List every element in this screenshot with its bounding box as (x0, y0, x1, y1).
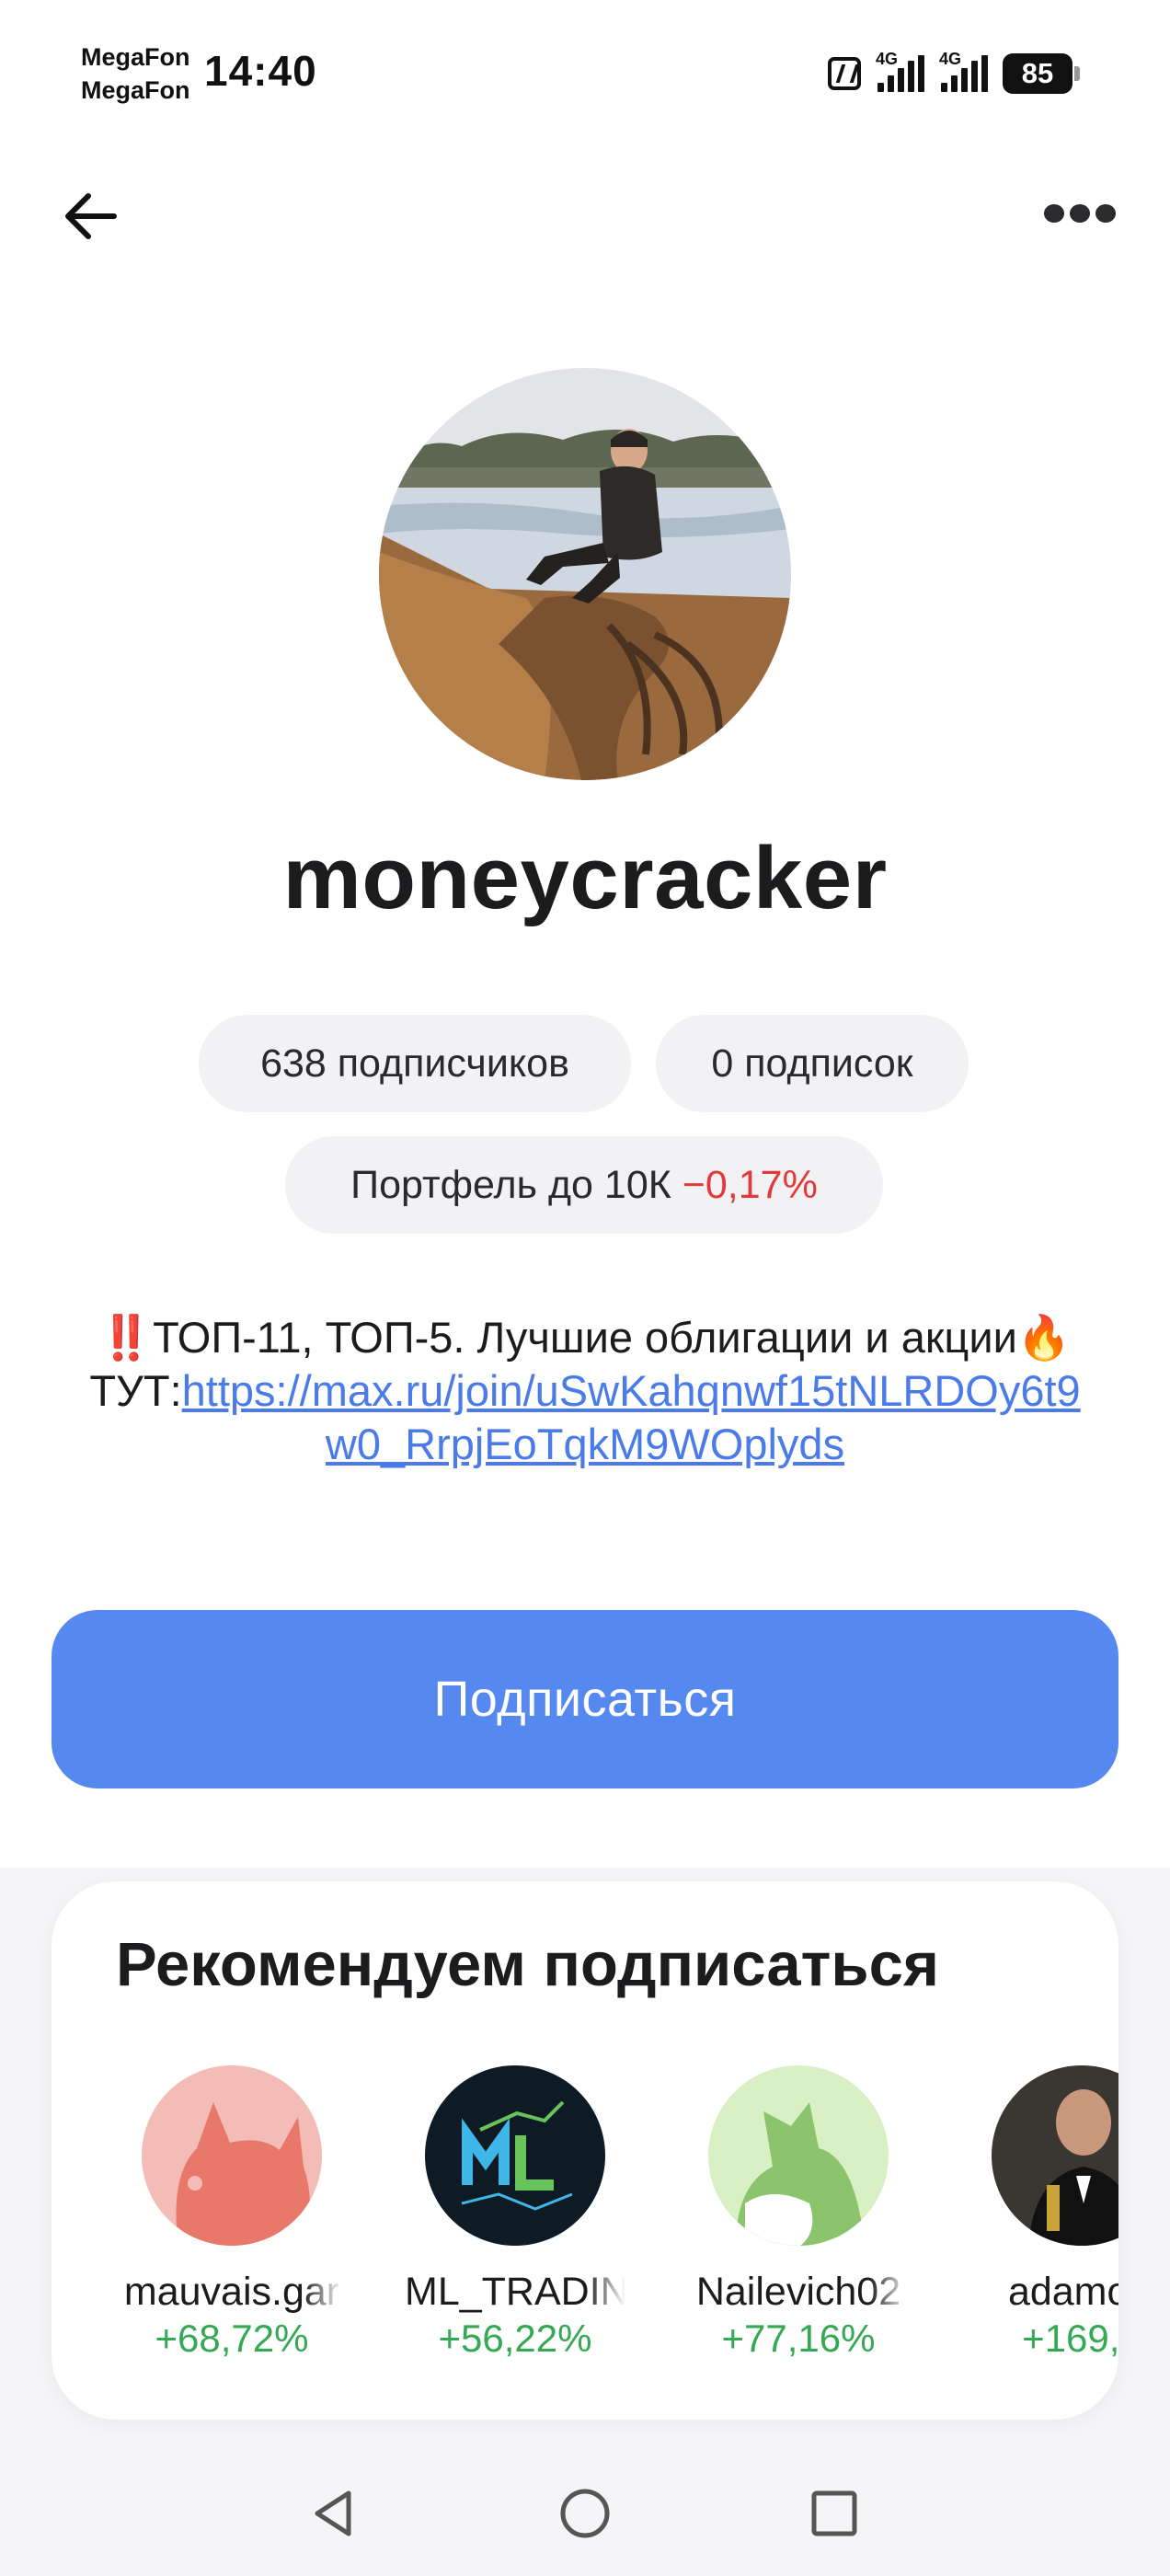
nav-back-button[interactable] (292, 2472, 375, 2555)
portfolio-label: Портфель до 10К (350, 1162, 671, 1207)
portfolio-chip[interactable]: Портфель до 10К −0,17% (285, 1136, 883, 1234)
followers-chip[interactable]: 638 подписчиков (199, 1015, 631, 1112)
recommendation-item[interactable]: Nailevich02 +77,16% (696, 2065, 900, 2361)
network-type-label: 4G (876, 50, 899, 68)
recommendations-title: Рекомендуем подписаться (116, 1930, 939, 1999)
battery-level: 85 (1003, 53, 1072, 94)
carrier-2: MegaFon (81, 76, 190, 104)
nav-back-icon (315, 2490, 351, 2536)
carrier-names: MegaFon MegaFon (81, 40, 190, 107)
nav-home-icon (560, 2489, 610, 2538)
recommendation-gain: +56,22% (438, 2317, 592, 2360)
network-type-label: 4G (939, 50, 962, 68)
recommendation-name: Nailevich02 (695, 2270, 901, 2314)
profile-bio: ‼️ТОП-11, ТОП-5. Лучшие облигации и акци… (83, 1311, 1087, 1471)
arrow-left-icon (65, 193, 117, 239)
recommendation-item[interactable]: adamorr +169,8 (992, 2065, 1118, 2361)
recommendations-card: Рекомендуем подписаться mauvais.gar +68,… (52, 1881, 1118, 2420)
more-dots-icon (1044, 204, 1064, 223)
portfolio-change: −0,17% (682, 1162, 818, 1207)
recommendation-gain: +68,72% (155, 2317, 309, 2360)
recommendation-gain: +169,8 (1022, 2317, 1118, 2360)
carrier-1: MegaFon (81, 43, 190, 71)
ml-logo-icon (425, 2065, 605, 2246)
nav-recents-icon (811, 2490, 857, 2536)
recommendation-avatar (708, 2065, 889, 2246)
recommendation-name: mauvais.gar (123, 2270, 340, 2314)
person-avatar-icon (992, 2065, 1118, 2246)
cat-avatar-icon (142, 2065, 322, 2246)
dog-avatar-icon (708, 2065, 889, 2246)
signal-icon: 4G (876, 50, 924, 92)
profile-avatar[interactable] (379, 368, 791, 780)
signal-icon: 4G (939, 50, 988, 92)
recommendation-item[interactable]: ML_TRADING +56,22% (405, 2065, 625, 2361)
status-icons: 4G 4G 85 (828, 50, 1082, 94)
double-exclamation-icon: ‼️ (98, 1313, 154, 1362)
following-chip[interactable]: 0 подписок (656, 1015, 969, 1112)
recommendation-name: ML_TRADING (405, 2270, 625, 2314)
fire-icon: 🔥 (1016, 1313, 1072, 1362)
battery-icon: 85 (1003, 53, 1082, 94)
avatar-photo (379, 368, 791, 780)
profile-username: moneycracker (282, 829, 888, 927)
bio-link-prefix: ТУТ: (89, 1366, 182, 1415)
followers-count: 638 подписчиков (260, 1041, 569, 1086)
recommendation-avatar (992, 2065, 1118, 2246)
recommendation-avatar (142, 2065, 322, 2246)
system-nav-bar (0, 2452, 1170, 2576)
recommendation-avatar (425, 2065, 605, 2246)
recommendation-gain: +77,16% (721, 2317, 876, 2360)
bio-text: ТОП-11, ТОП-5. Лучшие облигации и акции (153, 1313, 1017, 1362)
subscribe-button[interactable]: Подписаться (52, 1610, 1118, 1788)
more-options-button[interactable] (1034, 184, 1126, 243)
bio-link[interactable]: https://max.ru/join/uSwKahqnwf15tNLRDOy6… (182, 1366, 1081, 1468)
nav-recents-button[interactable] (793, 2472, 876, 2555)
status-bar: MegaFon MegaFon 14:40 4G 4G 85 (0, 0, 1170, 138)
recommendation-name: adamorr (1007, 2270, 1118, 2314)
nav-home-button[interactable] (544, 2472, 626, 2555)
nfc-icon (828, 57, 861, 90)
recommendation-item[interactable]: mauvais.gar +68,72% (124, 2065, 339, 2361)
following-count: 0 подписок (711, 1041, 913, 1086)
back-button[interactable] (53, 179, 127, 253)
recommendations-list: mauvais.gar +68,72% ML_TRADING +56,22% (124, 2065, 1118, 2361)
status-time: 14:40 (204, 47, 317, 95)
